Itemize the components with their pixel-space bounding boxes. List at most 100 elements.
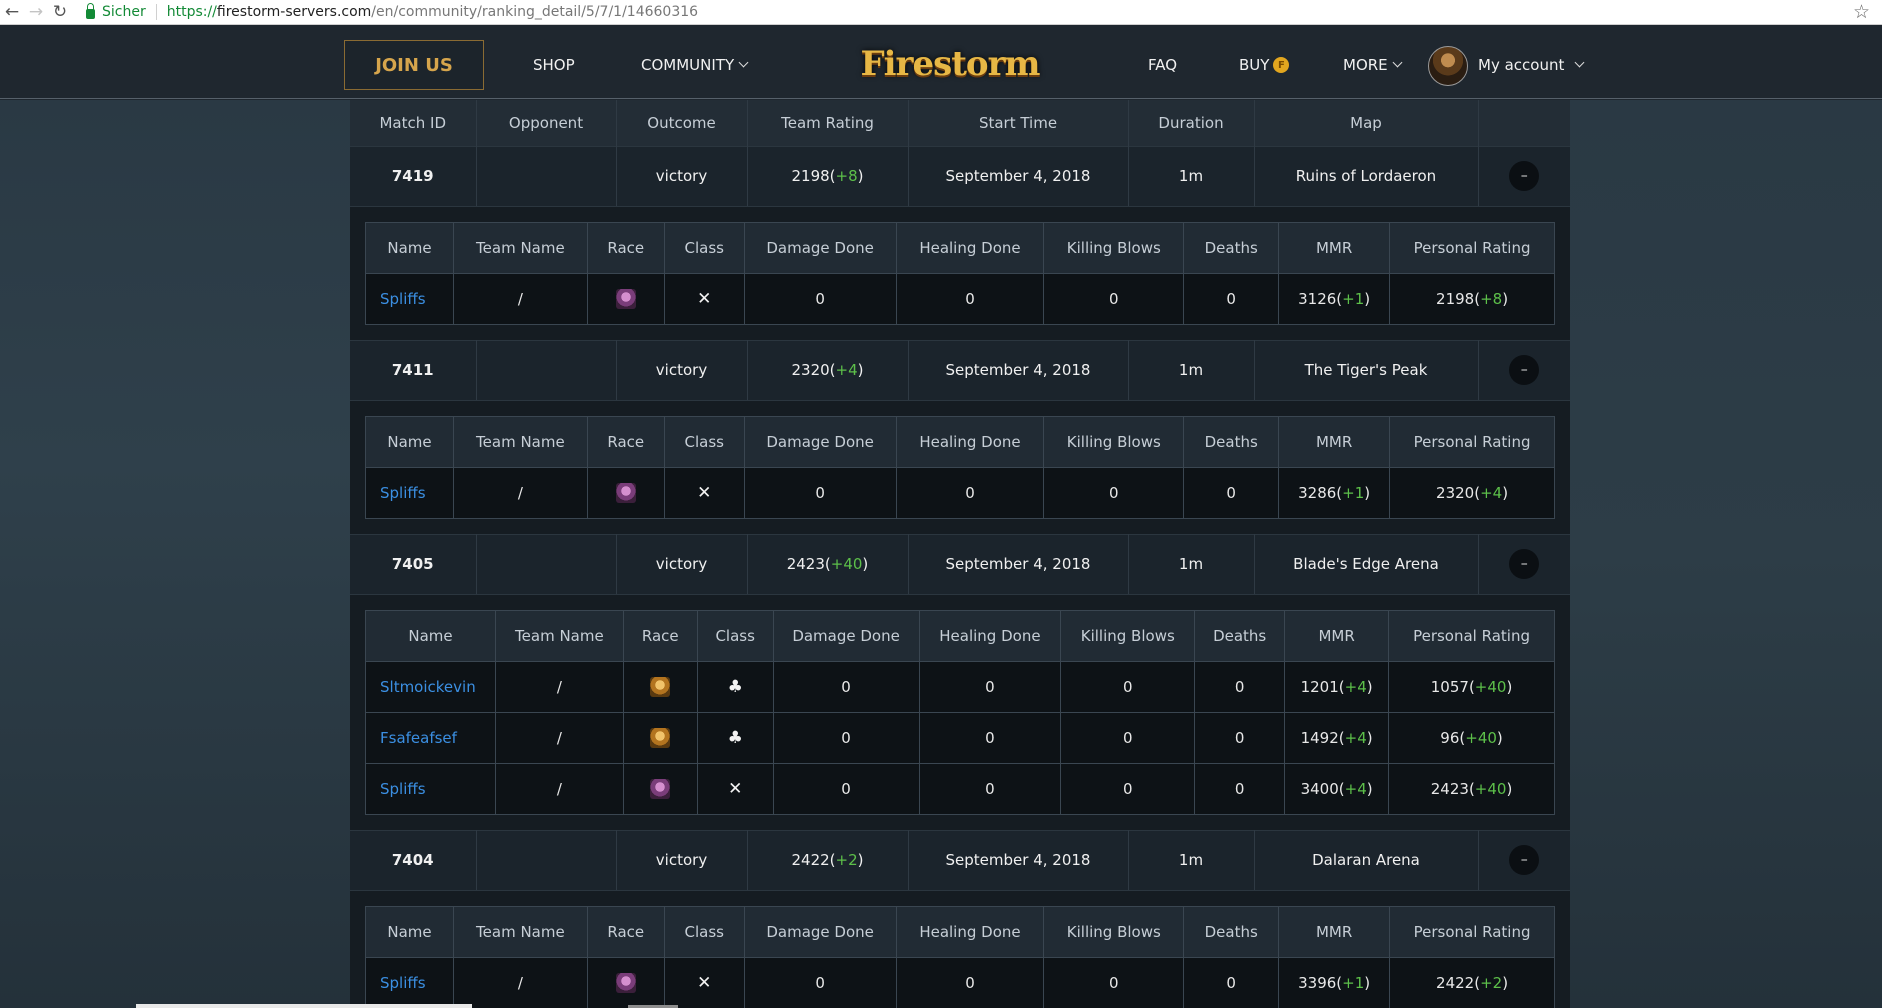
killing-blows: 0: [1043, 273, 1185, 325]
column-header: Name: [365, 416, 454, 468]
avatar[interactable]: [1428, 46, 1468, 86]
match-row[interactable]: 7419 victory 2198(+8) September 4, 2018 1m Ru…: [350, 145, 1570, 207]
mmr-value: 1201: [1300, 677, 1339, 696]
site-logo[interactable]: Firestorm: [850, 36, 1050, 92]
column-header: Class: [697, 610, 774, 662]
match-opponent: [476, 829, 617, 891]
column-header: Start Time: [908, 100, 1129, 146]
personal-rating-delta: +4: [1480, 483, 1503, 502]
mmr: 1492(+4): [1284, 712, 1390, 764]
column-header: Race: [587, 906, 665, 958]
undead-race-icon: [615, 482, 636, 503]
class-cell: ✕: [664, 273, 745, 325]
rogue-class-icon: ✕: [697, 288, 712, 309]
player-name-link[interactable]: Spliffs: [380, 780, 426, 798]
human-race-icon: [650, 727, 671, 748]
mmr-delta: +4: [1344, 779, 1367, 798]
column-header: MMR: [1278, 416, 1391, 468]
player-name-link[interactable]: Spliffs: [380, 484, 426, 502]
bookmark-star-icon[interactable]: ☆: [1853, 1, 1870, 23]
team-rating-value: 2320: [791, 361, 830, 379]
match-outcome: victory: [616, 145, 748, 207]
column-header: Map: [1254, 100, 1479, 146]
toggle-cell: –: [1478, 145, 1570, 207]
player-name-link[interactable]: Spliffs: [380, 290, 426, 308]
match-row[interactable]: 7411 victory 2320(+4) September 4, 2018 1m Th…: [350, 339, 1570, 401]
personal-rating-delta: +8: [1480, 289, 1503, 308]
match-map: The Tiger's Peak: [1254, 339, 1479, 401]
column-header: Healing Done: [896, 222, 1045, 274]
match-rating: 2320(+4): [747, 339, 909, 401]
match-row[interactable]: 7405 victory 2423(+40) September 4, 2018 1m B…: [350, 533, 1570, 595]
url-path: /en/community/ranking_detail/5/7/1/14660…: [371, 4, 699, 20]
column-header: Opponent: [476, 100, 617, 146]
nav-shop-label: SHOP: [533, 56, 575, 74]
personal-rating-value: 2198: [1436, 289, 1475, 308]
undead-race-icon: [615, 972, 636, 993]
forward-icon[interactable]: →: [24, 0, 48, 24]
team-name: /: [453, 273, 588, 325]
mmr-value: 3396: [1298, 973, 1337, 992]
column-header: Killing Blows: [1060, 610, 1196, 662]
match-row[interactable]: 7404 victory 2422(+2) September 4, 2018 1m Da…: [350, 829, 1570, 891]
player-table: Name Team Name Race Class Damage Done Healing…: [365, 221, 1555, 325]
rogue-class-icon: ✕: [697, 482, 712, 503]
column-header: Team Name: [453, 416, 588, 468]
priest-class-icon: ♣: [727, 727, 743, 748]
undead-race-icon: [615, 288, 636, 309]
horizontal-scrollbar[interactable]: [136, 1004, 472, 1008]
column-header: Name: [365, 906, 454, 958]
nav-my-account[interactable]: My account: [1478, 56, 1585, 74]
address-bar[interactable]: Sicher https://firestorm-servers.com/en/…: [86, 0, 698, 25]
player-row: Spliffs / ✕ 0 0 0 0 3400(+4) 2423(+40): [365, 763, 1555, 815]
nav-shop[interactable]: SHOP: [533, 56, 575, 74]
nav-more[interactable]: MORE: [1343, 56, 1403, 74]
match-opponent: [476, 533, 617, 595]
mmr: 3396(+1): [1278, 957, 1391, 1008]
match-detail-row: Name Team Name Race Class Damage Done Healing…: [350, 890, 1570, 1008]
collapse-button[interactable]: –: [1509, 161, 1540, 191]
rating-delta: +2: [835, 851, 858, 869]
player-name-link[interactable]: Sltmoickevin: [380, 678, 476, 696]
rogue-class-icon: ✕: [728, 778, 743, 799]
priest-class-icon: ♣: [727, 676, 743, 697]
nav-community[interactable]: COMMUNITY: [641, 56, 749, 74]
column-header: Race: [587, 416, 665, 468]
back-icon[interactable]: ←: [0, 0, 24, 24]
team-name: /: [495, 712, 624, 764]
collapse-button[interactable]: –: [1509, 549, 1540, 579]
collapse-button[interactable]: –: [1509, 355, 1540, 385]
column-header: MMR: [1278, 222, 1391, 274]
player-table-header: Name Team Name Race Class Damage Done Healing…: [365, 610, 1555, 662]
column-header: Healing Done: [896, 416, 1045, 468]
class-cell: ♣: [697, 661, 774, 713]
column-header: Deaths: [1183, 906, 1280, 958]
column-header: Damage Done: [773, 610, 920, 662]
player-name-link[interactable]: Spliffs: [380, 974, 426, 992]
mmr-delta: +4: [1344, 728, 1367, 747]
url-separator: [155, 4, 157, 20]
match-rating: 2198(+8): [747, 145, 909, 207]
mmr-value: 3126: [1298, 289, 1337, 308]
chevron-down-icon: [1392, 57, 1403, 68]
match-outcome: victory: [616, 533, 748, 595]
nav-buy[interactable]: BUY F: [1239, 56, 1290, 74]
coin-icon: F: [1273, 57, 1290, 73]
collapse-button[interactable]: –: [1509, 845, 1540, 875]
nav-faq[interactable]: FAQ: [1148, 56, 1177, 74]
column-header: Name: [365, 610, 496, 662]
match-table-header: Match ID Opponent Outcome Team Rating St…: [350, 100, 1570, 146]
column-header: Killing Blows: [1043, 416, 1185, 468]
match-detail-cell: Name Team Name Race Class Damage Done Healing…: [350, 206, 1570, 340]
player-name-link[interactable]: Fsafeafsef: [380, 729, 457, 747]
personal-rating-value: 1057: [1430, 677, 1469, 696]
match-detail-cell: Name Team Name Race Class Damage Done Healing…: [350, 594, 1570, 830]
secure-label: Sicher: [102, 4, 146, 20]
personal-rating: 2320(+4): [1389, 467, 1555, 519]
join-us-button[interactable]: JOIN US: [344, 40, 484, 90]
url-host: firestorm-servers.com: [216, 4, 372, 20]
reload-icon[interactable]: ↻: [48, 0, 72, 24]
match-map: Blade's Edge Arena: [1254, 533, 1479, 595]
class-cell: ♣: [697, 712, 774, 764]
match-id: 7419: [350, 145, 477, 207]
